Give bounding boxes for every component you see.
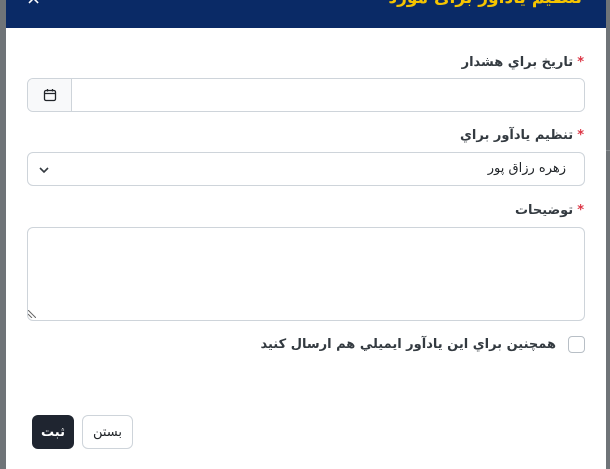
email-option-row: همچنين براي اين يادآور ايميلي هم ارسال ك…: [260, 336, 585, 353]
email-checkbox-label[interactable]: همچنين براي اين يادآور ايميلي هم ارسال ك…: [260, 337, 556, 352]
description-label: *توضيحات: [515, 203, 584, 218]
calendar-icon: [43, 89, 56, 102]
reminder-for-label-text: تنظيم يادآور براي: [459, 128, 574, 143]
date-picker-button[interactable]: [28, 79, 72, 111]
date-input[interactable]: [72, 79, 584, 111]
dialog-title: تنظیم یادآور برای مورد: [388, 0, 582, 8]
description-label-text: توضيحات: [514, 203, 574, 218]
reminder-dialog: × تنظیم یادآور برای مورد *تاريخ براي هشد…: [6, 0, 606, 469]
dialog-header: × تنظیم یادآور برای مورد: [6, 0, 606, 28]
submit-button[interactable]: ثبت: [32, 415, 74, 449]
reminder-for-select[interactable]: زهره رزاق پور: [27, 152, 585, 186]
required-mark: *: [577, 128, 584, 143]
resize-grip-icon[interactable]: [28, 310, 36, 318]
required-mark: *: [577, 55, 584, 70]
date-label: *تاريخ براي هشدار: [462, 55, 584, 70]
reminder-for-label: *تنظيم يادآور براي: [460, 128, 584, 143]
date-field-group: [27, 78, 585, 112]
close-button[interactable]: بستن: [82, 415, 133, 449]
email-checkbox[interactable]: [568, 336, 585, 353]
chevron-down-icon: [39, 167, 49, 174]
reminder-for-selected-value: زهره رزاق پور: [487, 161, 566, 176]
required-mark: *: [577, 203, 584, 218]
date-label-text: تاريخ براي هشدار: [461, 55, 574, 70]
close-icon[interactable]: ×: [26, 0, 41, 9]
description-textarea[interactable]: [27, 227, 585, 321]
